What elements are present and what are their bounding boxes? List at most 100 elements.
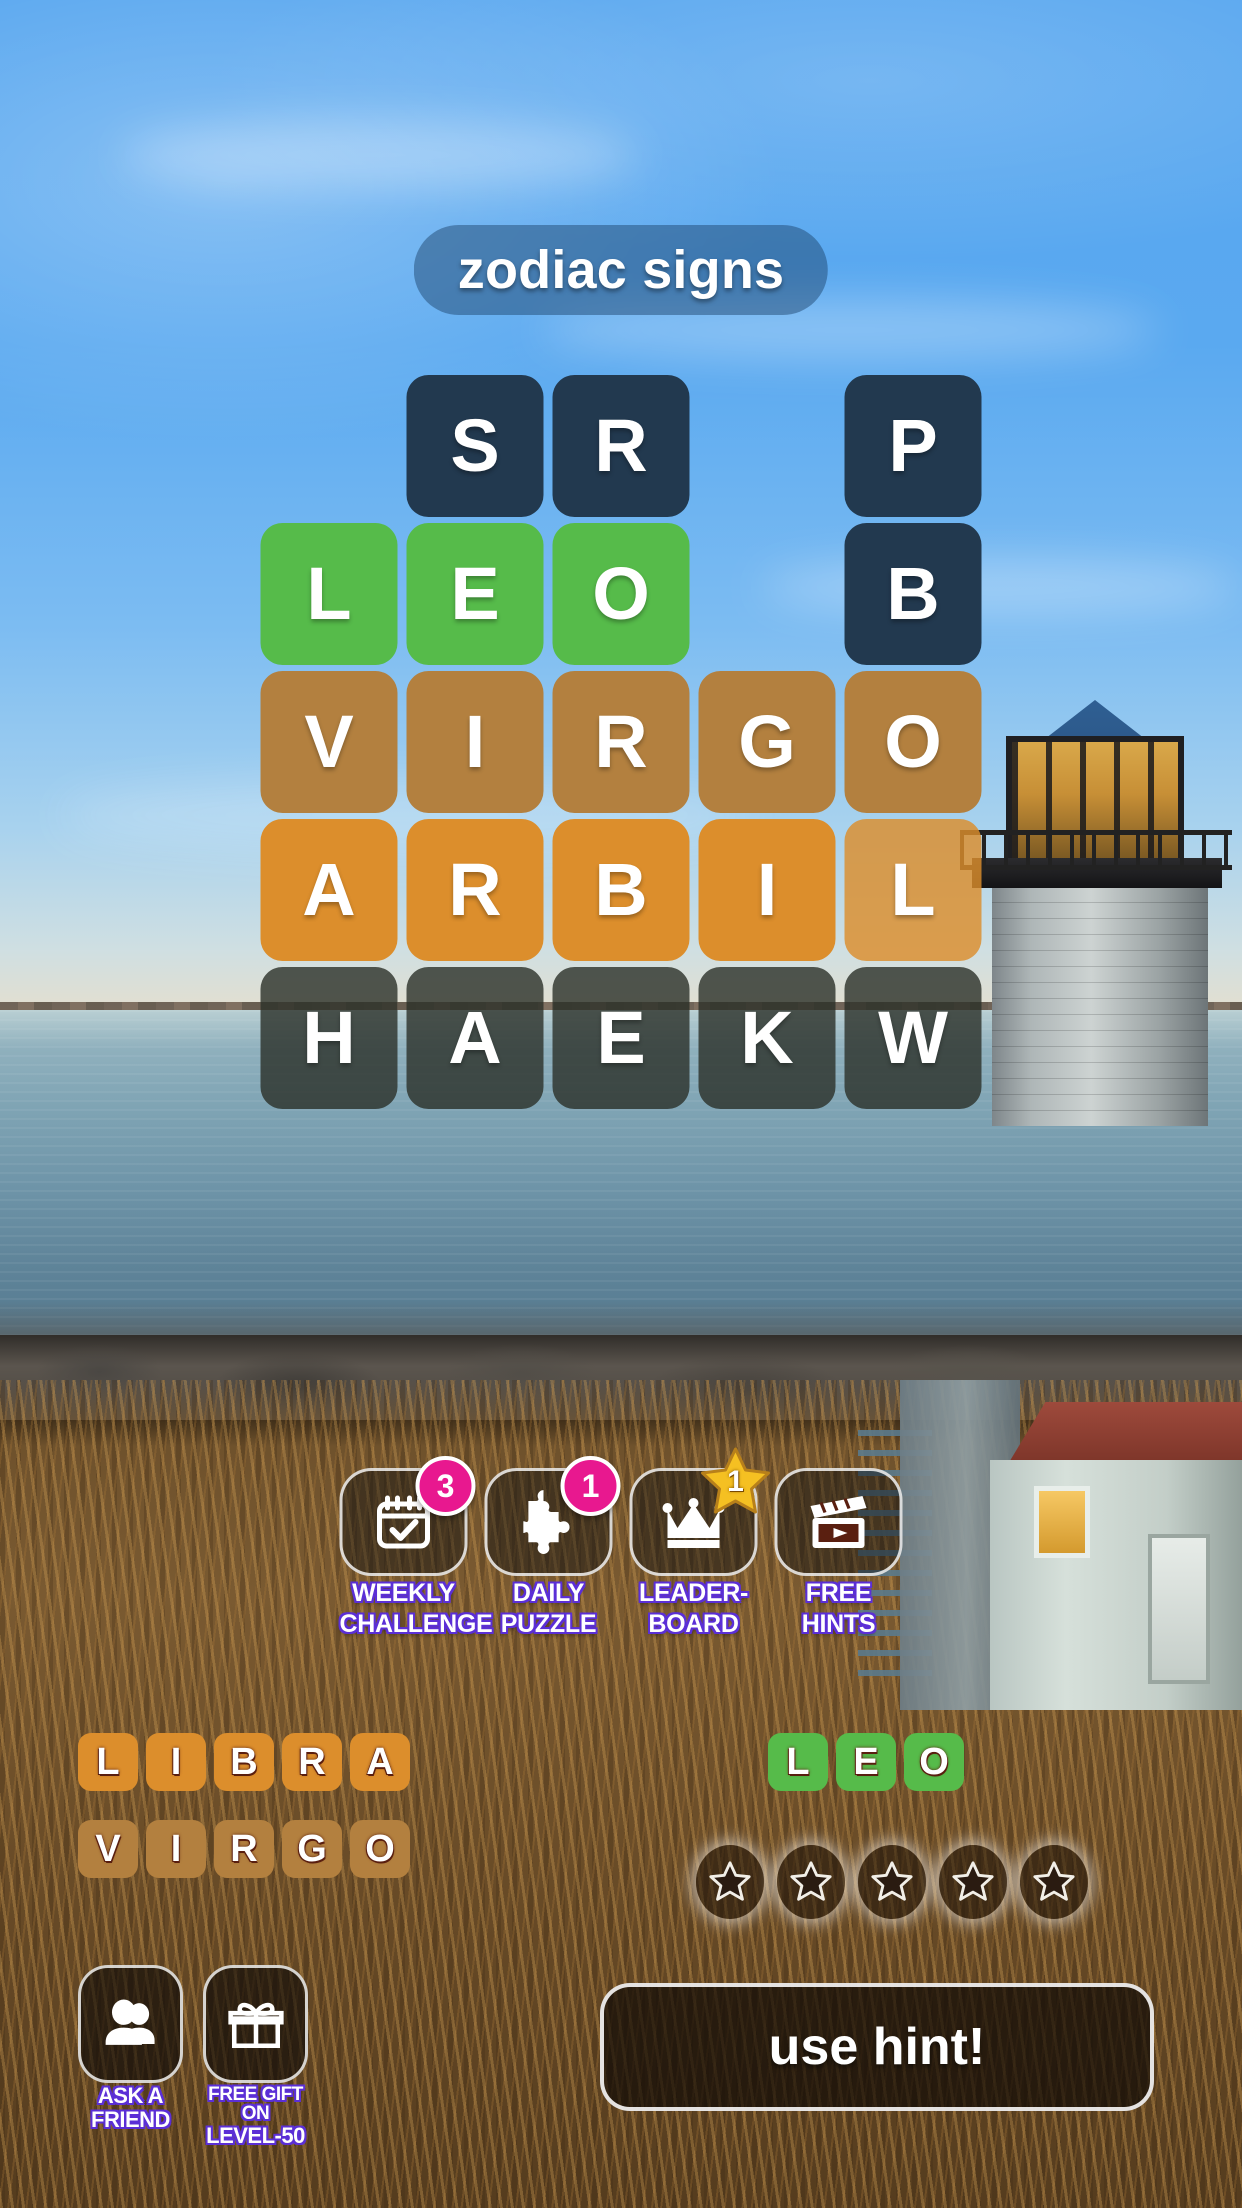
found-word-tile: B	[214, 1733, 274, 1791]
feature-button-row: 3 WEEKLY CHALLENGE 1 DAILY PUZZLE 1 LEADER- BO…	[339, 1447, 903, 1638]
grid-tile[interactable]: H	[260, 967, 398, 1109]
clapperboard-play-icon	[810, 1496, 867, 1548]
grid-tile-empty	[261, 375, 398, 517]
feature-weekly-challenge-label-line2: CHALLENGE	[339, 1609, 493, 1638]
found-word-tile: G	[282, 1820, 342, 1878]
cloud-wisp	[120, 120, 640, 190]
feature-leaderboard-star-value: 1	[727, 1465, 744, 1498]
found-word-tile: I	[146, 1733, 206, 1791]
star-outline-icon	[871, 1861, 913, 1901]
grid-tile[interactable]: I	[698, 819, 836, 961]
found-word-leo: LEO	[768, 1733, 964, 1791]
grid-tile[interactable]: B	[844, 523, 982, 665]
grid-tile[interactable]: I	[406, 671, 544, 813]
grid-tile-letter: L	[890, 848, 936, 931]
grid-tile[interactable]: B	[552, 819, 690, 961]
star-progress-row	[696, 1845, 1088, 1919]
grid-tile[interactable]: L	[844, 819, 982, 961]
found-word-virgo: VIRGO	[78, 1820, 410, 1878]
free-gift-box[interactable]	[203, 1965, 308, 2083]
grid-tile[interactable]: V	[260, 671, 398, 813]
ask-a-friend-label-line1: ASK A	[97, 2083, 164, 2108]
feature-free-hints[interactable]: FREE HINTS	[774, 1468, 903, 1638]
found-word-tile: L	[768, 1733, 828, 1791]
feature-weekly-challenge-badge: 3	[415, 1456, 476, 1516]
grid-tile[interactable]: P	[844, 375, 982, 517]
grid-tile[interactable]: A	[406, 967, 544, 1109]
puzzle-category-pill: zodiac signs	[413, 225, 829, 315]
use-hint-label: use hint!	[768, 2018, 986, 2076]
found-word-tile: O	[904, 1733, 964, 1791]
feature-leaderboard-label-line1: LEADER-	[638, 1579, 748, 1607]
feature-daily-puzzle-label-line1: DAILY	[512, 1579, 585, 1607]
star-outline-icon	[952, 1861, 994, 1901]
grid-tile-empty	[699, 375, 836, 517]
grid-tile-letter: W	[878, 996, 948, 1079]
grid-tile[interactable]: K	[698, 967, 836, 1109]
grid-tile-letter: R	[448, 848, 502, 931]
lighthouse-tower	[992, 886, 1208, 1126]
found-word-tile: L	[78, 1733, 138, 1791]
feature-free-hints-label-line1: FREE	[805, 1579, 872, 1607]
grid-tile[interactable]: S	[406, 375, 544, 517]
star-outline-icon	[790, 1861, 832, 1901]
ask-a-friend-button[interactable]: ASK A FRIEND	[78, 1965, 183, 2147]
use-hint-button[interactable]: use hint!	[600, 1983, 1154, 2111]
grid-tile-letter: R	[594, 404, 648, 487]
grid-tile[interactable]: A	[260, 819, 398, 961]
grid-tile[interactable]: W	[844, 967, 982, 1109]
star-slot	[1020, 1845, 1088, 1919]
grid-tile[interactable]: R	[552, 671, 690, 813]
found-word-tile: R	[282, 1733, 342, 1791]
grid-tile[interactable]: E	[552, 967, 690, 1109]
feature-daily-puzzle[interactable]: 1 DAILY PUZZLE	[484, 1456, 621, 1638]
grid-tile[interactable]: R	[552, 375, 690, 517]
ask-a-friend-box[interactable]	[78, 1965, 183, 2083]
grid-tile[interactable]: G	[698, 671, 836, 813]
found-word-tile: R	[214, 1820, 274, 1878]
found-word-tile: V	[78, 1820, 138, 1878]
house-door	[1148, 1534, 1210, 1684]
grid-tile-letter: B	[594, 848, 648, 931]
free-gift-label-line2: LEVEL-50	[206, 2123, 305, 2148]
feature-daily-puzzle-badge: 1	[560, 1456, 621, 1516]
feature-free-hints-box[interactable]	[774, 1468, 903, 1576]
grid-tile[interactable]: R	[406, 819, 544, 961]
feature-leaderboard-star-badge: 1	[700, 1446, 772, 1518]
grid-tile-letter: I	[756, 848, 778, 931]
grid-tile-letter: E	[596, 996, 646, 1079]
star-outline-icon	[709, 1861, 751, 1901]
found-word-tile: O	[350, 1820, 410, 1878]
feature-weekly-challenge[interactable]: 3 WEEKLY CHALLENGE	[339, 1456, 493, 1638]
star-slot	[777, 1845, 845, 1919]
found-word-tile: I	[146, 1820, 206, 1878]
ask-a-friend-label-line2: FRIEND	[91, 2107, 170, 2132]
feature-leaderboard[interactable]: 1 LEADER- BOARD	[629, 1447, 770, 1637]
letter-grid[interactable]: SRPLEOBVIRGOARBILHAEKW	[260, 375, 982, 1112]
lit-window	[1034, 1486, 1090, 1558]
feature-daily-puzzle-label-line2: PUZZLE	[500, 1609, 597, 1638]
grid-tile-letter: E	[450, 552, 500, 635]
free-gift-button[interactable]: FREE GIFT ON LEVEL-50	[203, 1965, 308, 2147]
grid-tile-letter: V	[304, 700, 354, 783]
gift-icon	[227, 2002, 284, 2049]
lighthouse-railing	[960, 830, 1232, 870]
grid-tile-letter: L	[306, 552, 352, 635]
grid-tile[interactable]: O	[552, 523, 690, 665]
bottom-action-row: ASK A FRIEND FREE GIFT ON LEVEL-50	[78, 1965, 308, 2147]
grid-tile-letter: B	[886, 552, 940, 635]
grid-tile-letter: G	[738, 700, 796, 783]
feature-free-hints-label-line2: HINTS	[801, 1609, 876, 1638]
star-slot	[939, 1845, 1007, 1919]
grid-tile[interactable]: O	[844, 671, 982, 813]
star-slot	[696, 1845, 764, 1919]
grid-tile-letter: O	[592, 552, 650, 635]
found-word-libra: LIBRA	[78, 1733, 410, 1791]
grid-tile-letter: A	[448, 996, 502, 1079]
grid-tile[interactable]: L	[260, 523, 398, 665]
found-word-tile: E	[836, 1733, 896, 1791]
grid-tile-letter: K	[740, 996, 794, 1079]
grid-tile-letter: S	[450, 404, 500, 487]
keeper-house-roof	[1008, 1402, 1242, 1464]
grid-tile[interactable]: E	[406, 523, 544, 665]
